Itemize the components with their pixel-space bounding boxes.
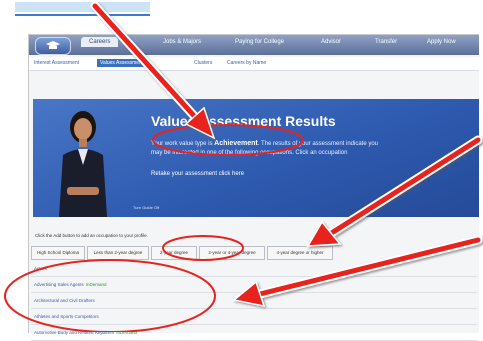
highlight-ellipse-degree-tab (162, 235, 244, 261)
arrow-to-value-type (90, 1, 216, 140)
highlight-ellipse-occupations (4, 259, 216, 332)
arrow-to-degree-tab (306, 135, 483, 247)
arrow-to-occupations (232, 235, 483, 307)
highlight-ellipse-value-type (152, 124, 304, 156)
annotation-overlay (4, 1, 483, 332)
